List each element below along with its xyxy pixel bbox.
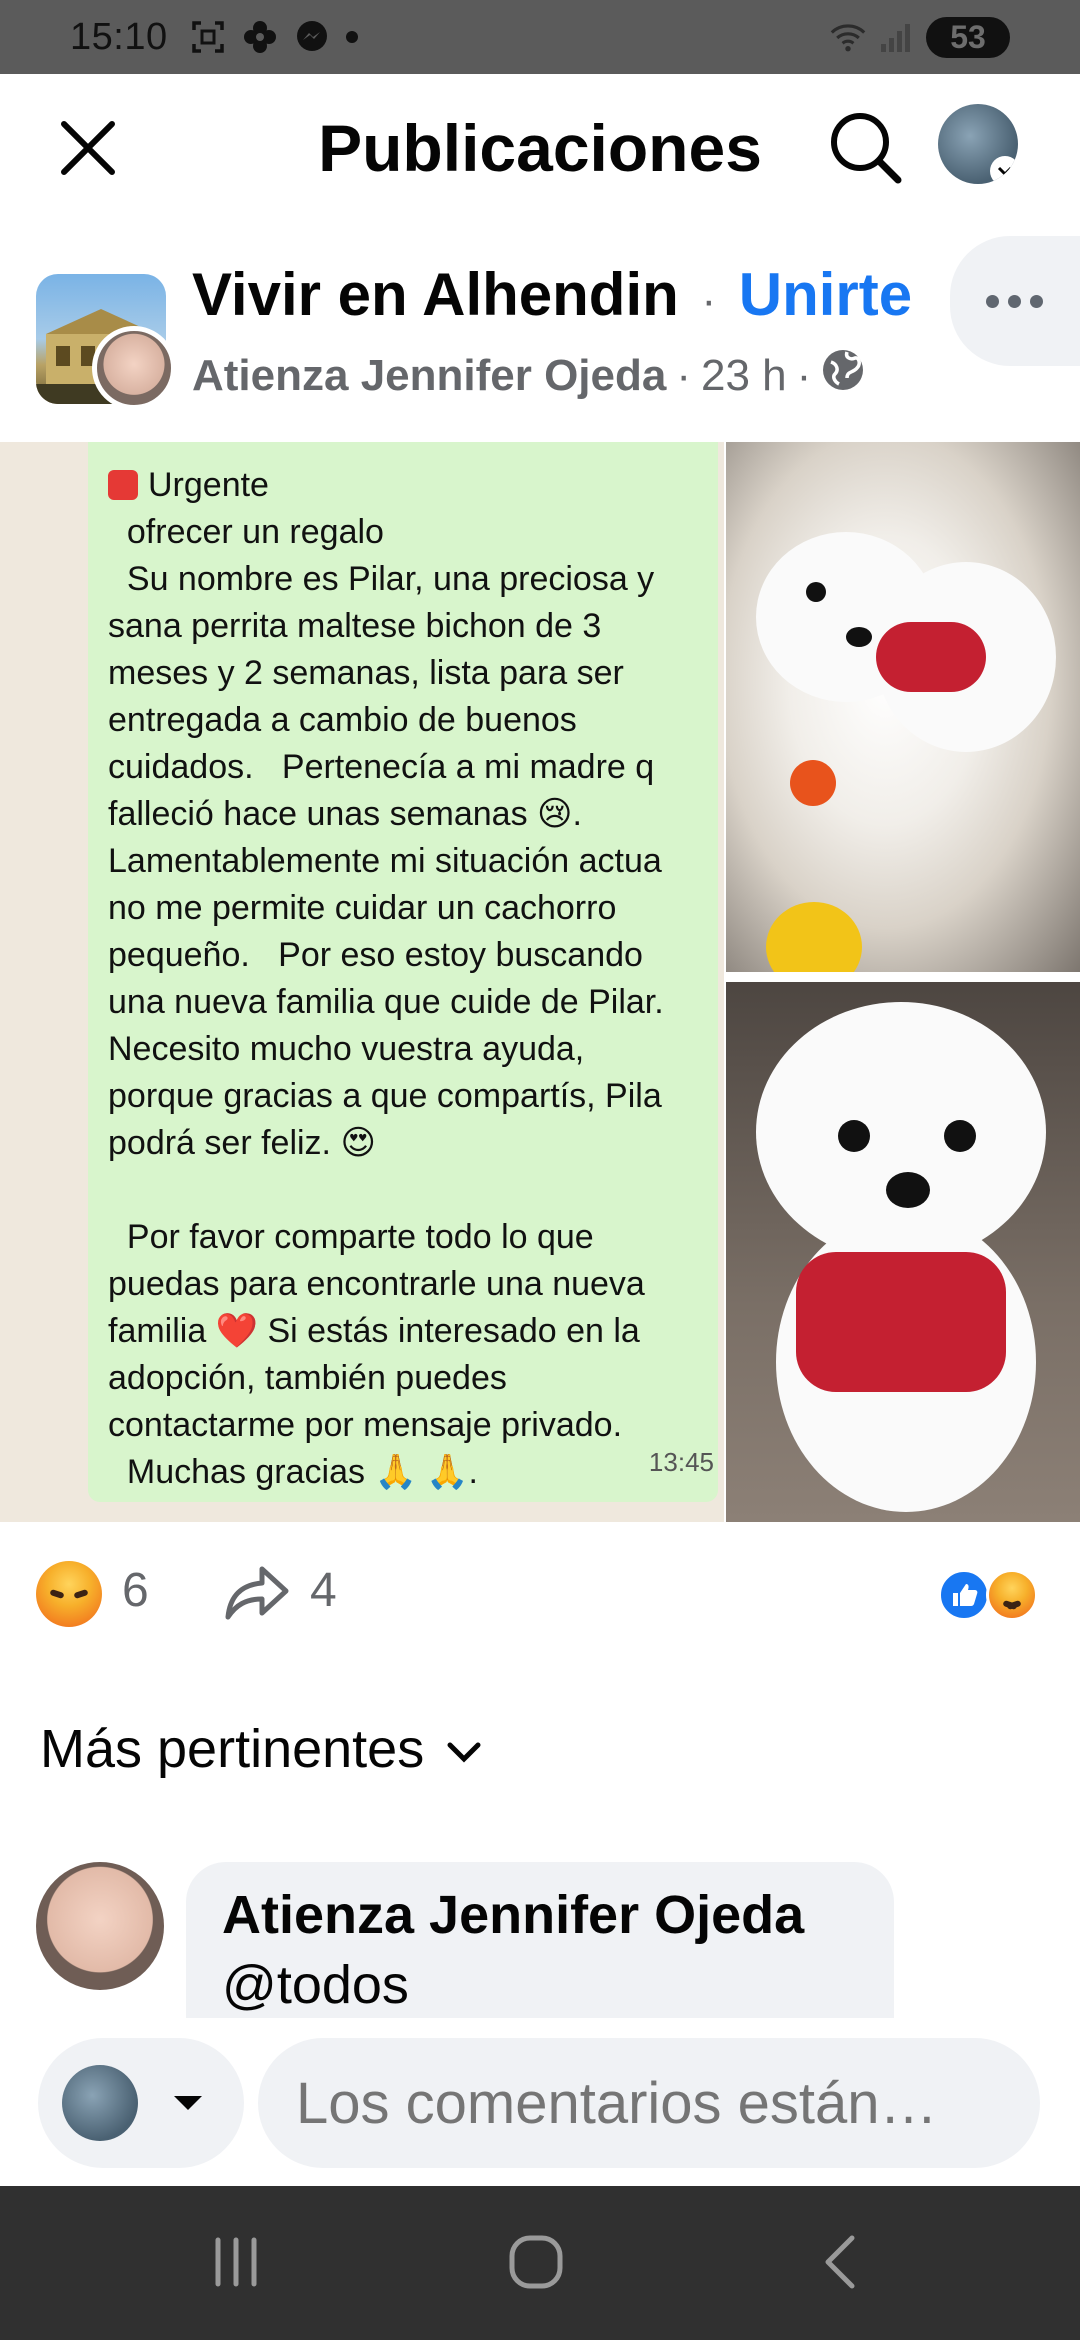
separator: · — [796, 350, 812, 400]
message-line: Muchas gracias 🙏 🙏. — [108, 1453, 478, 1491]
search-icon[interactable] — [824, 106, 904, 186]
puppy-sweater — [796, 1252, 1006, 1392]
status-notification-icons — [190, 19, 358, 55]
message-line: pequeño. Por eso estoy buscando — [108, 936, 643, 974]
puppy-nose — [846, 627, 872, 647]
home-icon[interactable] — [506, 2232, 566, 2292]
angry-reaction-icon[interactable] — [986, 1569, 1038, 1621]
message-line: puedas para encontrarle una nueva — [108, 1265, 645, 1303]
yellow-toy — [766, 902, 862, 972]
status-bar: 15:10 53 — [0, 0, 1080, 74]
message-line: familia ❤️ Si estás interesado en la — [108, 1312, 640, 1350]
message-line: no me permite cuidar un cachorro — [108, 889, 617, 927]
page-title: Publicaciones — [318, 111, 762, 185]
profile-avatar[interactable] — [938, 104, 1018, 184]
status-time: 15:10 — [70, 15, 168, 58]
comment-author[interactable]: Atienza Jennifer Ojeda — [222, 1884, 858, 1946]
sort-label: Más pertinentes — [40, 1719, 425, 1779]
puppy-sweater — [876, 622, 986, 692]
message-line: sana perrita maltese bichon de 3 — [108, 607, 602, 645]
messenger-icon — [294, 19, 330, 55]
chat-message-bubble: Urgente ofrecer un regalo Su nombre es P… — [88, 442, 718, 1502]
puppy-eye — [806, 582, 826, 602]
message-line: ofrecer un regalo — [108, 513, 384, 551]
back-icon[interactable] — [812, 2232, 872, 2292]
orange-ball — [790, 760, 836, 806]
post-header: Vivir en Alhendin · Unirte Atienza Jenni… — [0, 230, 1080, 430]
puppy-eye — [944, 1120, 976, 1152]
signal-icon — [878, 19, 914, 55]
message-line: cuidados. Pertenecía a mi madre q — [108, 748, 655, 786]
more-dot — [986, 294, 999, 308]
group-name[interactable]: Vivir en Alhendin — [192, 261, 679, 328]
recent-apps-icon[interactable] — [206, 2232, 266, 2292]
puppy-photo-top — [726, 442, 1080, 972]
wifi-icon — [830, 19, 866, 55]
message-line: entregada a cambio de buenos — [108, 701, 577, 739]
comment-author-avatar[interactable] — [36, 1862, 164, 1990]
message-line: Urgente — [108, 462, 718, 509]
angry-reaction-icon[interactable] — [36, 1561, 102, 1627]
message-line — [108, 1167, 718, 1214]
message-line: Necesito mucho vuestra ayuda, — [108, 1030, 585, 1068]
share-count[interactable]: 4 — [310, 1563, 337, 1618]
avatar — [62, 2065, 138, 2141]
message-line: porque gracias a que compartís, Pila — [108, 1077, 662, 1115]
more-dot — [1008, 294, 1021, 308]
globe-icon — [821, 348, 865, 403]
comment-bubble[interactable]: Atienza Jennifer Ojeda @todos — [186, 1862, 894, 2018]
caret-down-icon — [174, 2096, 202, 2110]
share-icon[interactable] — [224, 1559, 290, 1625]
message-line: Lamentablemente mi situación actua — [108, 842, 662, 880]
reactions-bar: 6 4 — [0, 1545, 1080, 1645]
post-meta: Atienza Jennifer Ojeda · 23 h · — [192, 348, 865, 403]
message-line: Por favor comparte todo lo que — [108, 1218, 594, 1256]
comment-input[interactable] — [258, 2038, 1040, 2168]
screenshot-icon — [190, 19, 226, 55]
puppy-eye — [838, 1120, 870, 1152]
comment-sort-selector[interactable]: Más pertinentes — [40, 1718, 484, 1780]
message-line: Su nombre es Pilar, una preciosa y — [108, 560, 655, 598]
post-author[interactable]: Atienza Jennifer Ojeda — [192, 351, 666, 401]
message-line: meses y 2 semanas, lista para ser — [108, 654, 624, 692]
message-line: adopción, también puedes — [108, 1359, 507, 1397]
message-line: podrá ser feliz. 😍 — [108, 1124, 376, 1162]
like-icon[interactable] — [938, 1569, 990, 1621]
reaction-count[interactable]: 6 — [122, 1563, 149, 1618]
separator: · — [676, 350, 692, 400]
message-timestamp: 13:45 — [648, 1447, 714, 1477]
post-image[interactable]: Urgente ofrecer un regalo Su nombre es P… — [0, 442, 1080, 1522]
dot-icon — [345, 31, 358, 43]
message-line: contactarme por mensaje privado. — [108, 1406, 623, 1444]
join-group-button[interactable]: Unirte — [739, 261, 912, 328]
puppy-nose — [886, 1172, 930, 1208]
comment-text: @todos — [222, 1955, 409, 2015]
post-time[interactable]: 23 h — [701, 351, 787, 401]
chevron-down-icon — [444, 1718, 484, 1780]
chat-screenshot: Urgente ofrecer un regalo Su nombre es P… — [0, 442, 724, 1522]
puppy-photo-bottom — [726, 982, 1080, 1522]
group-title-line: Vivir en Alhendin · Unirte — [192, 260, 912, 329]
system-navigation-bar — [0, 2186, 1080, 2340]
top-app-bar: Publicaciones — [0, 74, 1080, 220]
more-dot — [1030, 294, 1043, 308]
battery-icon: 53 — [926, 16, 1010, 58]
pinwheel-icon — [242, 19, 278, 55]
chevron-down-icon — [990, 156, 1018, 184]
status-system-icons: 53 — [830, 16, 1010, 58]
message-line: una nueva familia que cuide de Pilar. — [108, 983, 664, 1021]
author-avatar[interactable] — [92, 326, 176, 410]
profile-switcher-button[interactable] — [38, 2038, 244, 2168]
more-options-button[interactable] — [950, 236, 1080, 366]
comment-composer — [0, 2020, 1080, 2188]
message-line: falleció hace unas semanas 😢. — [108, 795, 582, 833]
separator: · — [701, 276, 717, 325]
